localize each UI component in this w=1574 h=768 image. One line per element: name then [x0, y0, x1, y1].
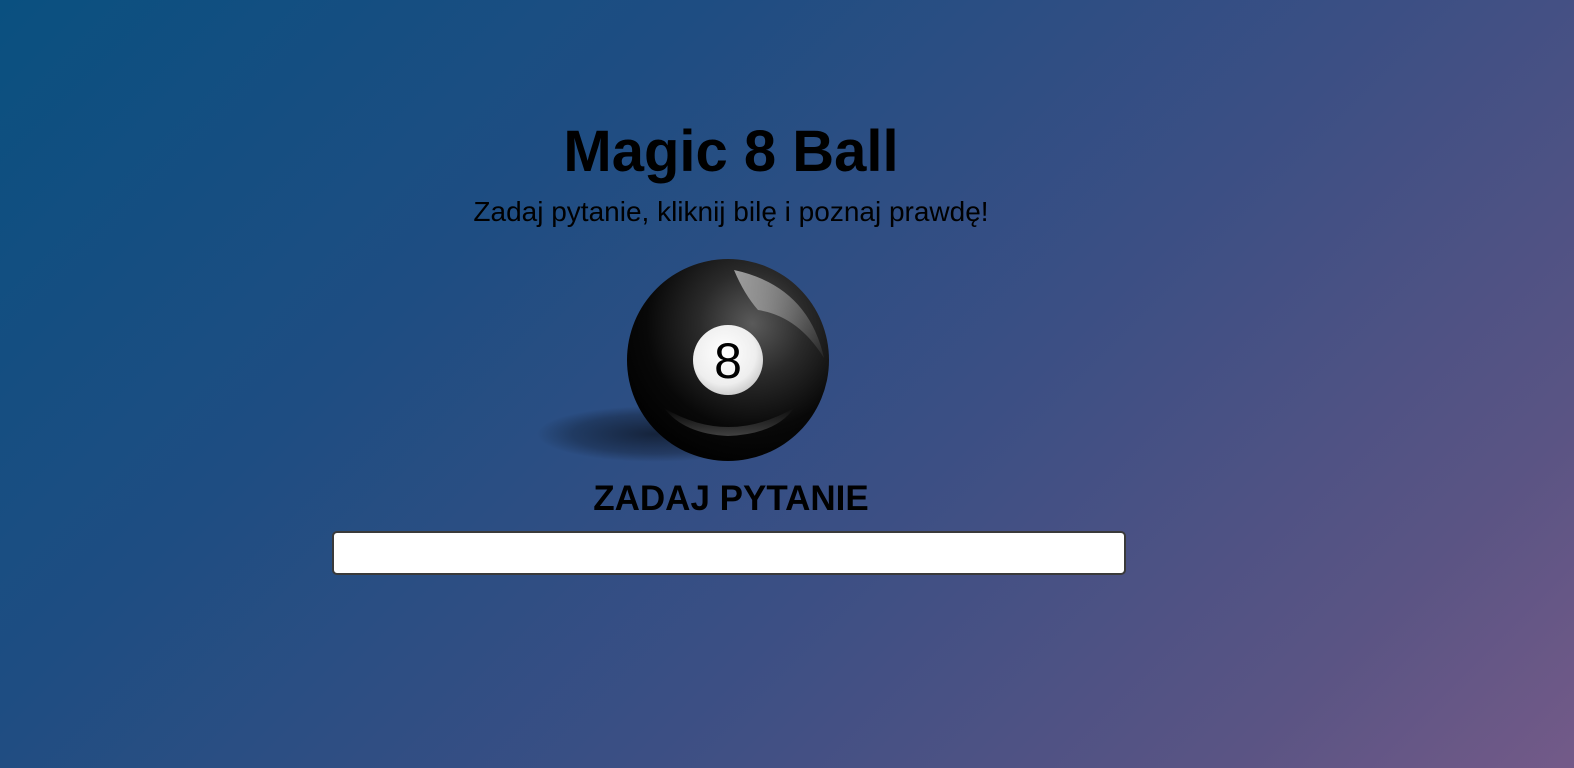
- magic-8-ball-icon: 8: [537, 259, 829, 462]
- ball-number: 8: [714, 333, 742, 389]
- question-input[interactable]: [332, 531, 1126, 575]
- page-subtitle: Zadaj pytanie, kliknij bilę i poznaj pra…: [473, 196, 989, 227]
- page-title: Magic 8 Ball: [563, 119, 899, 184]
- magic-8-ball[interactable]: 8: [530, 256, 840, 471]
- question-label: ZADAJ PYTANIE: [593, 479, 869, 518]
